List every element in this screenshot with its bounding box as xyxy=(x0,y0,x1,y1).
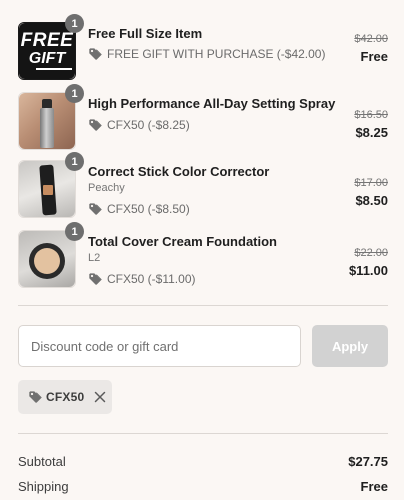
product-name: Free Full Size Item xyxy=(88,26,203,41)
subtotal-label: Subtotal xyxy=(18,454,66,469)
product-name: High Performance All-Day Setting Spray xyxy=(88,96,336,111)
discount-line: FREE GIFT WITH PURCHASE (-$42.00) xyxy=(88,46,328,62)
quantity-badge: 1 xyxy=(65,14,84,33)
discount-text: CFX50 (-$11.00) xyxy=(107,272,196,286)
final-price: Free xyxy=(360,49,388,64)
line-item: 1 Total Cover Cream Foundation L2 CFX50 … xyxy=(18,222,390,288)
tag-icon xyxy=(88,118,102,132)
original-price: $42.00 xyxy=(354,33,388,45)
product-thumbnail: 1 xyxy=(18,222,84,288)
tag-icon xyxy=(88,272,102,286)
section-divider xyxy=(18,433,388,434)
original-price: $17.00 xyxy=(354,177,388,189)
final-price: $11.00 xyxy=(348,263,388,278)
original-price: $16.50 xyxy=(354,109,388,121)
discount-line: CFX50 (-$8.25) xyxy=(88,117,328,133)
product-thumbnail: FREE GIFT 1 xyxy=(18,14,84,80)
applied-discount-chip: CFX50 xyxy=(18,380,112,414)
line-item: 1 High Performance All-Day Setting Spray… xyxy=(18,84,390,150)
subtotal-row: Subtotal $27.75 xyxy=(18,454,388,469)
final-price: $8.50 xyxy=(355,193,388,208)
discount-line: CFX50 (-$11.00) xyxy=(88,271,328,287)
discount-text: CFX50 (-$8.50) xyxy=(107,202,190,216)
final-price: $8.25 xyxy=(355,125,388,140)
logo-underline xyxy=(36,68,72,70)
product-thumbnail: 1 xyxy=(18,84,84,150)
tag-icon xyxy=(28,390,42,404)
discount-code-input[interactable] xyxy=(18,325,301,367)
tag-icon xyxy=(88,202,102,216)
line-item: FREE GIFT 1 Free Full Size Item FREE GIF… xyxy=(18,14,390,80)
quantity-badge: 1 xyxy=(65,152,84,171)
product-name: Total Cover Cream Foundation xyxy=(88,234,277,249)
discount-text: FREE GIFT WITH PURCHASE (-$42.00) xyxy=(107,47,326,61)
remove-code-close-icon[interactable] xyxy=(94,391,106,403)
shipping-value: Free xyxy=(360,479,388,494)
discount-code-row: Apply xyxy=(18,325,388,367)
free-gift-logo-line1: FREE xyxy=(20,30,74,51)
product-thumbnail: 1 xyxy=(18,152,84,218)
free-gift-logo-line2: GIFT xyxy=(28,50,66,67)
original-price: $22.00 xyxy=(354,247,388,259)
shipping-label: Shipping xyxy=(18,479,69,494)
product-name: Correct Stick Color Corrector xyxy=(88,164,270,179)
quantity-badge: 1 xyxy=(65,84,84,103)
line-item: 1 Correct Stick Color Corrector Peachy C… xyxy=(18,152,390,218)
section-divider xyxy=(18,305,388,306)
discount-line: CFX50 (-$8.50) xyxy=(88,201,328,217)
subtotal-value: $27.75 xyxy=(348,454,388,469)
variant-label: Peachy xyxy=(88,182,125,194)
variant-label: L2 xyxy=(88,252,101,264)
quantity-badge: 1 xyxy=(65,222,84,241)
apply-button[interactable]: Apply xyxy=(312,325,388,367)
discount-text: CFX50 (-$8.25) xyxy=(107,118,190,132)
tag-icon xyxy=(88,47,102,61)
shipping-row: Shipping Free xyxy=(18,479,388,494)
applied-code-label: CFX50 xyxy=(46,390,85,404)
